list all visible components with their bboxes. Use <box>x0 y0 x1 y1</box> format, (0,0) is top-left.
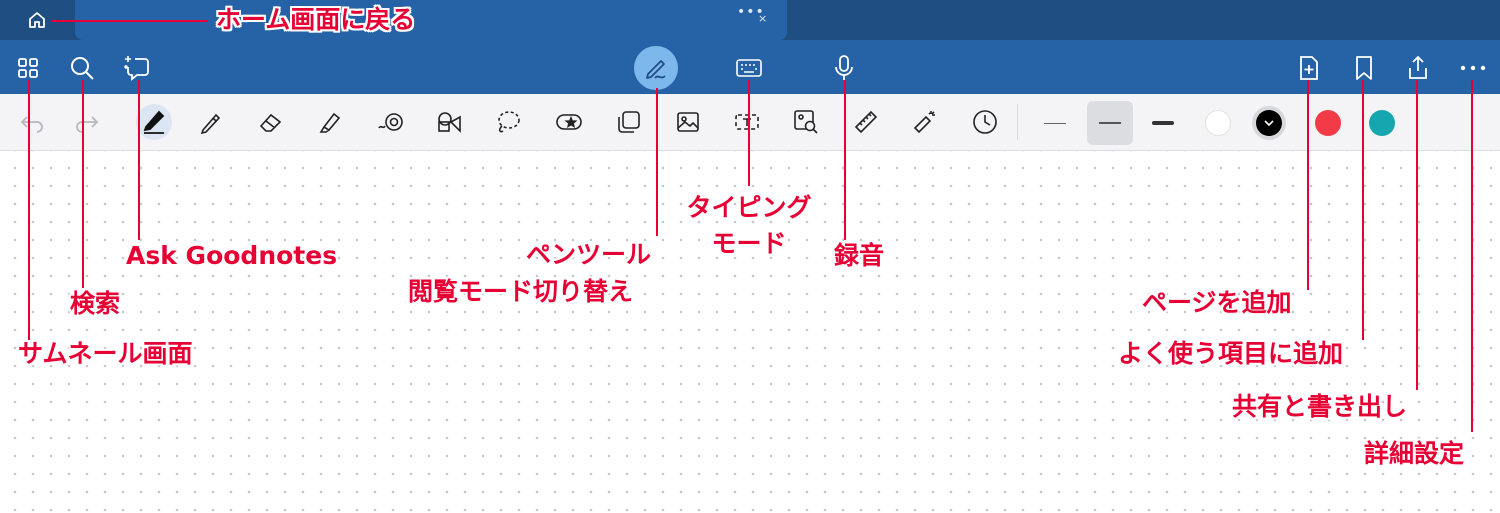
home-icon[interactable] <box>26 9 48 31</box>
tab-close-icon[interactable]: × <box>758 12 767 25</box>
sticker-icon[interactable] <box>551 104 587 140</box>
sticky-note-icon[interactable] <box>611 104 647 140</box>
annotation-share: 共有と書き出し <box>1232 392 1408 421</box>
toolbar-divider <box>1017 104 1018 140</box>
leader-search <box>82 80 84 288</box>
leader-add-page <box>1307 80 1309 290</box>
search-icon[interactable] <box>67 53 97 83</box>
ask-goodnotes-icon[interactable] <box>122 53 152 83</box>
text-box-icon[interactable] <box>729 104 765 140</box>
color-teal[interactable] <box>1369 110 1395 136</box>
annotation-typing-line2: モード <box>711 229 787 258</box>
annotation-favorite: よく使う項目に追加 <box>1118 339 1344 368</box>
chevron-down-icon <box>1264 120 1274 127</box>
image-icon[interactable] <box>670 104 706 140</box>
bookmark-icon[interactable] <box>1349 53 1379 83</box>
color-black-selected[interactable] <box>1256 110 1282 136</box>
annotation-record: 録音 <box>834 241 885 270</box>
more-icon[interactable] <box>1458 53 1488 83</box>
stroke-width-thin[interactable] <box>1032 101 1078 145</box>
highlighter-icon[interactable] <box>312 104 348 140</box>
color-white[interactable] <box>1205 110 1231 136</box>
shapes-icon[interactable] <box>372 104 408 140</box>
recent-icon[interactable] <box>967 104 1003 140</box>
eraser-icon[interactable] <box>253 104 289 140</box>
elements-icon[interactable] <box>431 104 467 140</box>
ruler-icon[interactable] <box>848 104 884 140</box>
keyboard-icon[interactable] <box>734 53 764 83</box>
annotation-thumbnail: サムネール画面 <box>18 339 193 368</box>
laser-pointer-icon[interactable] <box>907 104 943 140</box>
annotation-search: 検索 <box>70 289 121 318</box>
pen-icon[interactable] <box>136 104 172 140</box>
annotation-pen-line2: 閲覧モード切り替え <box>408 277 634 306</box>
stroke-width-medium[interactable] <box>1087 101 1133 145</box>
share-icon[interactable] <box>1403 53 1433 83</box>
leader-pen <box>656 88 658 236</box>
annotation-pen-line1: ペンツール <box>526 240 652 269</box>
annotation-typing-line1: タイピング <box>686 193 812 222</box>
leader-home <box>52 20 208 22</box>
annotation-ask: Ask Goodnotes <box>126 241 338 270</box>
redo-icon[interactable] <box>69 104 105 140</box>
color-red[interactable] <box>1315 110 1341 136</box>
lasso-icon[interactable] <box>490 104 526 140</box>
stroke-width-thick[interactable] <box>1140 101 1186 145</box>
pencil-icon[interactable] <box>193 104 229 140</box>
leader-favorite <box>1362 80 1364 340</box>
annotation-add-page: ページを追加 <box>1142 288 1292 317</box>
leader-record <box>844 80 846 240</box>
leader-settings <box>1471 80 1473 432</box>
leader-thumbnail <box>28 80 30 340</box>
annotation-home: ホーム画面に戻る <box>216 5 416 34</box>
pen-mode-toggle[interactable] <box>634 46 678 90</box>
leader-typing <box>748 80 750 186</box>
annotation-settings: 詳細設定 <box>1364 439 1465 468</box>
leader-ask <box>138 80 140 240</box>
leader-share <box>1416 80 1418 390</box>
microphone-icon[interactable] <box>829 53 859 83</box>
image-search-icon[interactable] <box>788 104 824 140</box>
thumbnail-grid-icon[interactable] <box>13 53 43 83</box>
undo-icon[interactable] <box>14 104 50 140</box>
add-page-icon[interactable] <box>1294 53 1324 83</box>
